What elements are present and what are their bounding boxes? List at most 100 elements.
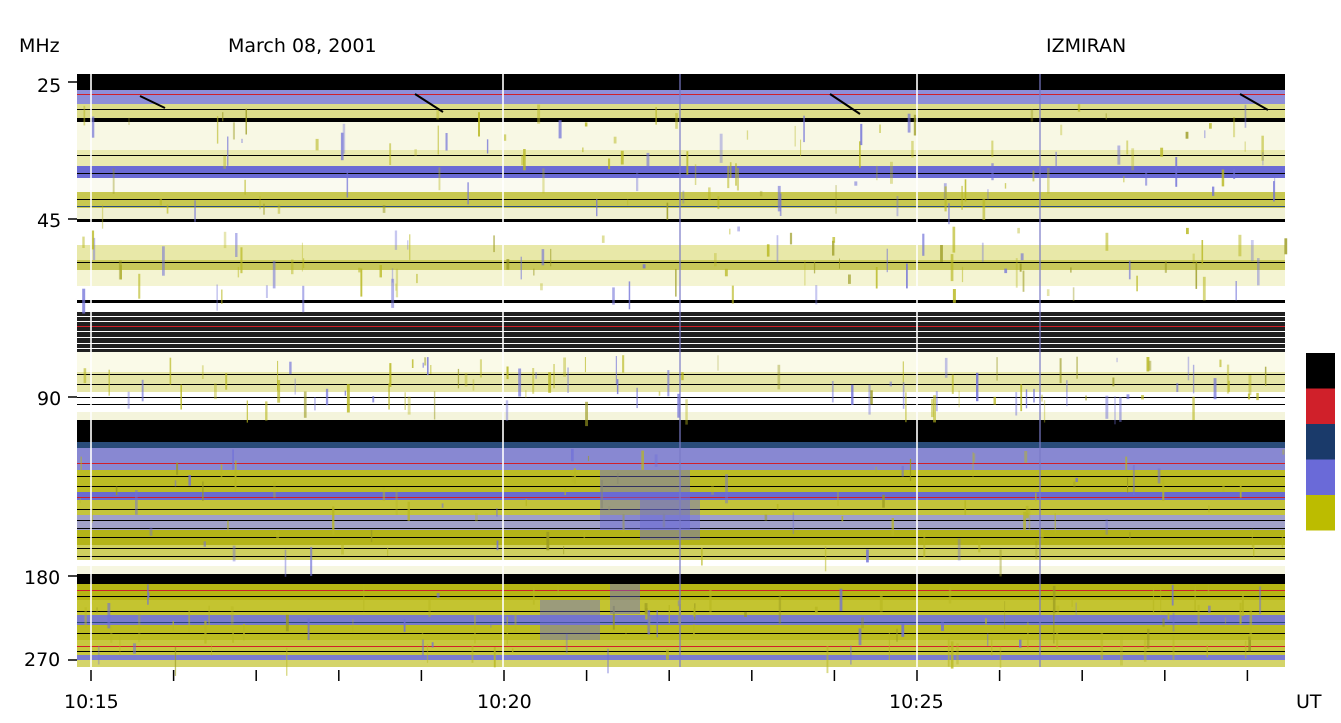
burst-speck (277, 380, 281, 403)
burst-speck (240, 247, 243, 274)
burst-speck (1024, 451, 1028, 463)
burst-speck (1126, 140, 1129, 155)
burst-speck (950, 254, 954, 282)
burst-speck (542, 168, 545, 194)
burst-speck (1105, 395, 1109, 419)
burst-speck (395, 268, 399, 298)
burst-speck (563, 357, 566, 377)
burst-speck (265, 401, 268, 421)
burst-speck (1207, 584, 1210, 594)
burst-speck (978, 539, 981, 553)
burst-speck (1114, 396, 1116, 425)
colorbar-swatch (1306, 530, 1335, 567)
burst-speck (831, 381, 834, 403)
burst-speck (541, 249, 545, 266)
burst-speck (814, 606, 818, 614)
burst-speck (557, 585, 559, 596)
burst-speck (341, 542, 344, 555)
burst-speck (1257, 258, 1260, 286)
burst-speck (1015, 258, 1018, 288)
burst-speck (911, 140, 914, 158)
spectrogram-chart (68, 74, 1335, 681)
burst-speck (879, 592, 883, 612)
burst-speck (1004, 183, 1007, 189)
burst-speck (395, 487, 398, 515)
burst-speck (982, 198, 986, 220)
burst-speck (1212, 186, 1215, 196)
burst-speck (246, 400, 248, 423)
burst-speck (879, 124, 881, 133)
burst-speck (1194, 586, 1196, 612)
burst-speck (1201, 240, 1204, 265)
burst-speck (149, 527, 153, 536)
burst-speck (1035, 540, 1038, 560)
burst-speck (667, 370, 670, 397)
burst-speck (241, 138, 243, 143)
burst-speck (870, 390, 873, 405)
burst-speck (686, 151, 689, 175)
burst-speck (889, 381, 892, 387)
burst-speck (525, 499, 527, 507)
burst-speck (1123, 176, 1125, 183)
burst-speck (230, 606, 234, 625)
burst-speck (1284, 238, 1288, 255)
burst-speck (194, 200, 196, 222)
burst-speck (1136, 275, 1138, 292)
burst-speck (622, 355, 625, 373)
burst-speck (682, 190, 685, 204)
burst-speck (464, 373, 468, 387)
burst-speck (277, 204, 281, 214)
burst-speck (478, 112, 480, 137)
burst-speck (776, 504, 779, 510)
burst-speck (958, 390, 960, 408)
y-tick-label: 25 (37, 75, 62, 97)
burst-speck (1105, 519, 1108, 535)
burst-speck (1249, 610, 1253, 640)
burst-speck (506, 616, 508, 645)
burst-speck (101, 204, 104, 229)
burst-speck (438, 167, 441, 191)
burst-speck (731, 285, 734, 304)
burst-speck (1148, 360, 1152, 371)
burst-speck (1070, 267, 1072, 273)
burst-speck (180, 384, 182, 410)
burst-speck (708, 187, 711, 201)
burst-speck (1004, 601, 1006, 630)
burst-speck (1248, 375, 1252, 395)
burst-speck (587, 455, 590, 462)
burst-speck (532, 587, 535, 605)
burst-speck (141, 379, 144, 402)
burst-speck (1192, 396, 1195, 420)
burst-speck (407, 240, 409, 250)
burst-speck (1219, 359, 1222, 368)
burst-speck (232, 545, 236, 562)
burst-speck (777, 185, 781, 212)
chart-date-title: March 08, 2001 (228, 35, 377, 57)
burst-speck (776, 235, 779, 263)
burst-speck (850, 645, 852, 665)
burst-speck (666, 202, 669, 220)
burst-speck (991, 638, 993, 656)
burst-speck (907, 113, 911, 133)
burst-speck (693, 608, 696, 617)
burst-speck (394, 230, 398, 250)
burst-speck (436, 593, 440, 598)
burst-speck (1077, 104, 1081, 112)
burst-speck (876, 165, 878, 181)
burst-speck (896, 628, 898, 642)
burst-speck (346, 170, 349, 198)
burst-speck (890, 161, 893, 184)
burst-speck (382, 205, 386, 213)
burst-speck (950, 641, 954, 669)
burst-speck (636, 387, 638, 409)
burst-speck (259, 196, 261, 210)
burst-speck (520, 256, 522, 280)
burst-speck (303, 391, 307, 418)
burst-speck (379, 265, 382, 278)
y-tick-label: 45 (37, 210, 62, 232)
colorbar-swatch (1306, 459, 1335, 496)
burst-speck (813, 262, 816, 274)
burst-speck (471, 645, 474, 663)
burst-speck (511, 648, 514, 653)
burst-speck (1239, 602, 1242, 625)
